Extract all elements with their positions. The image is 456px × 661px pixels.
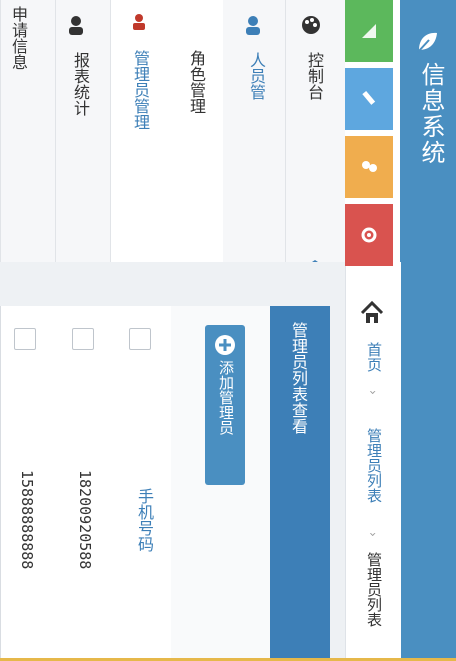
sidebar-item-label: 申请信息	[9, 6, 28, 70]
admin-icon	[133, 14, 145, 30]
sidebar-item-label: 控制台	[305, 52, 324, 100]
quick-chart-button[interactable]	[345, 0, 393, 62]
sidebar-item-label: 管理员管理	[131, 50, 150, 130]
sidebar-item-label: 人员管	[247, 52, 266, 100]
sidebar-item-label: 报表统计	[71, 52, 90, 116]
quick-edit-button[interactable]	[345, 68, 393, 130]
sidebar-item-reports[interactable]	[55, 0, 111, 262]
home-icon[interactable]	[360, 300, 384, 326]
users-icon	[362, 161, 377, 172]
column-header-phone: 手机号码	[135, 488, 154, 552]
pencil-icon	[362, 90, 376, 105]
table-header-row	[115, 306, 171, 661]
quick-settings-button[interactable]	[345, 204, 393, 266]
phone-cell: 18200920588	[76, 470, 94, 570]
row-checkbox[interactable]	[14, 328, 36, 350]
sidebar-item-personnel[interactable]	[222, 0, 286, 262]
panel-title: 管理员列表查看	[289, 322, 308, 434]
select-all-checkbox[interactable]	[129, 328, 151, 350]
breadcrumb-separator: ›	[366, 532, 380, 537]
leaf-icon	[417, 32, 437, 53]
quick-users-button[interactable]	[345, 136, 393, 198]
sidebar-item-console[interactable]	[285, 0, 346, 262]
person-icon	[69, 16, 83, 35]
breadcrumb-separator: ›	[366, 390, 380, 395]
palette-icon	[302, 16, 320, 34]
settings-icon	[361, 227, 377, 243]
brand-title: 信息系统	[417, 62, 445, 166]
add-admin-label: 添加管理员	[217, 360, 235, 435]
sidebar-item-label: 角色管理	[187, 50, 206, 114]
breadcrumb-home[interactable]: 首页	[364, 342, 385, 372]
sidebar-subitem-roles[interactable]	[165, 0, 223, 262]
breadcrumb-current: 管理员列表	[365, 552, 383, 627]
row-checkbox[interactable]	[72, 328, 94, 350]
phone-cell: 15888888888	[18, 470, 36, 570]
chart-icon	[362, 24, 376, 38]
breadcrumb-admin-list[interactable]: 管理员列表	[364, 428, 385, 503]
sidebar-subitem-admins[interactable]	[110, 0, 166, 262]
person-icon	[246, 16, 260, 35]
plus-circle-icon	[215, 335, 235, 355]
